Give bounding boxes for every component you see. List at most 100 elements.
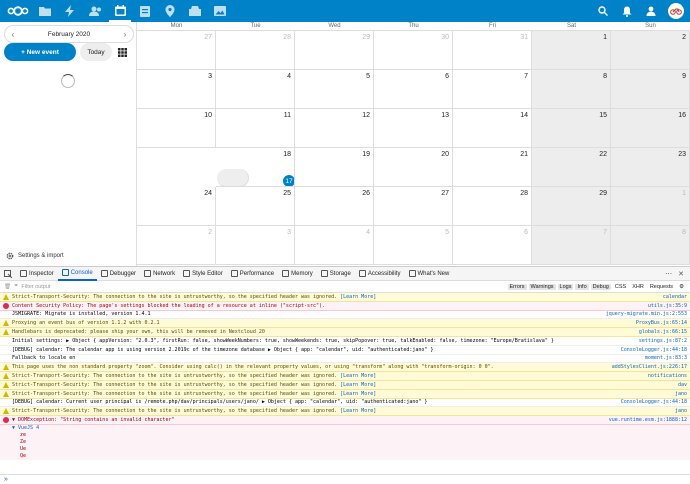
- message-source-link[interactable]: ProxyBus.js:65:14: [632, 320, 687, 326]
- new-event-button[interactable]: + New event: [4, 43, 76, 61]
- calendar-icon[interactable]: [109, 0, 131, 22]
- calendar-day-cell[interactable]: 8: [611, 226, 690, 265]
- calendar-day-cell[interactable]: 1: [611, 187, 690, 226]
- calendar-day-cell[interactable]: 28: [216, 31, 295, 70]
- calendar-day-cell[interactable]: 14: [453, 109, 532, 148]
- calendar-day-cell[interactable]: 18: [216, 148, 295, 187]
- calendar-day-cell[interactable]: 15: [532, 109, 611, 148]
- nextcloud-logo-icon[interactable]: [5, 4, 31, 18]
- tab-performance[interactable]: Performance: [227, 267, 278, 281]
- calendar-day-cell[interactable]: 4: [295, 226, 374, 265]
- trash-icon[interactable]: 🗑: [4, 284, 11, 290]
- notes-icon[interactable]: [184, 0, 206, 22]
- stack-frame[interactable]: Ze: [12, 439, 690, 446]
- calendar-day-cell[interactable]: 24: [137, 187, 216, 226]
- settings-import-button[interactable]: Settings & import: [6, 252, 64, 260]
- console-message[interactable]: Proxying an event bus of version 1.1.2 w…: [0, 319, 690, 329]
- learn-more-link[interactable]: [Learn More]: [340, 391, 376, 397]
- filter-input[interactable]: Filter output: [21, 284, 50, 290]
- console-message[interactable]: Strict-Transport-Security: The connectio…: [0, 380, 690, 390]
- view-grid-icon[interactable]: [116, 46, 128, 58]
- search-icon[interactable]: [596, 4, 610, 18]
- calendar-day-cell[interactable]: 6: [453, 226, 532, 265]
- month-label[interactable]: February 2020: [21, 31, 117, 38]
- calendar-day-cell[interactable]: 25: [216, 187, 295, 226]
- console-message[interactable]: JSMIGRATE: Migrate is installed, version…: [0, 311, 690, 320]
- calendar-day-cell[interactable]: 19: [295, 148, 374, 187]
- console-message[interactable]: [DEBUG] calendar: Current user principal…: [0, 399, 690, 408]
- filter-logs[interactable]: Logs: [557, 283, 574, 290]
- calendar-day-cell[interactable]: 8: [532, 70, 611, 109]
- message-source-link[interactable]: ConsoleLogger.js:44:18: [617, 399, 687, 405]
- tab-whats-new[interactable]: What's New: [405, 267, 454, 281]
- message-source-link[interactable]: notifications: [644, 373, 687, 379]
- calendar-day-cell[interactable]: 27: [137, 31, 216, 70]
- calendar-day-cell[interactable]: 23: [611, 148, 690, 187]
- console-message[interactable]: Content Security Policy: The page's sett…: [0, 301, 690, 311]
- calendar-day-cell[interactable]: 2: [611, 31, 690, 70]
- filter-requests[interactable]: Requests: [648, 284, 675, 290]
- tab-console[interactable]: Console: [57, 267, 97, 281]
- message-source-link[interactable]: globals.js:66:15: [635, 329, 687, 335]
- stack-frame[interactable]: Ue: [12, 446, 690, 453]
- learn-more-link[interactable]: [Learn More]: [340, 382, 376, 388]
- filter-info[interactable]: Info: [575, 283, 589, 290]
- filter-debug[interactable]: Debug: [590, 283, 611, 290]
- calendar-day-cell[interactable]: 3: [137, 70, 216, 109]
- calendar-day-cell[interactable]: 21: [453, 148, 532, 187]
- notifications-bell-icon[interactable]: [620, 4, 634, 18]
- calendar-day-cell[interactable]: 29: [532, 187, 611, 226]
- calendar-day-cell[interactable]: 7: [532, 226, 611, 265]
- calendar-day-cell[interactable]: 5: [295, 70, 374, 109]
- message-source-link[interactable]: ConsoleLogger.js:44:18: [617, 347, 687, 353]
- message-source-link[interactable]: utils.js:35:9: [644, 303, 687, 309]
- calendar-day-cell[interactable]: 1: [532, 31, 611, 70]
- message-source-link[interactable]: jano: [671, 408, 687, 414]
- console-message[interactable]: Handlebars is deprecated: please ship yo…: [0, 328, 690, 337]
- calendar-day-cell[interactable]: 31: [453, 31, 532, 70]
- console-settings-icon[interactable]: ⚙: [677, 284, 686, 290]
- calendar-day-cell[interactable]: 7: [453, 70, 532, 109]
- calendar-day-cell[interactable]: 28: [453, 187, 532, 226]
- month-picker[interactable]: ‹ February 2020 ›: [4, 25, 134, 43]
- console-message[interactable]: This page uses the non standard property…: [0, 363, 690, 373]
- photos-icon[interactable]: [209, 0, 231, 22]
- stack-frame[interactable]: Qe: [12, 453, 690, 460]
- previous-month-icon[interactable]: ‹: [5, 30, 21, 39]
- message-source-link[interactable]: moment.js:83:3: [641, 355, 687, 361]
- calendar-day-cell[interactable]: 16: [611, 109, 690, 148]
- console-message[interactable]: Initial settings: ▶ Object { appVersion:…: [0, 337, 690, 346]
- console-message[interactable]: Strict-Transport-Security: The connectio…: [0, 407, 690, 417]
- calendar-day-cell[interactable]: 2: [137, 226, 216, 265]
- calendar-day-cell[interactable]: 5: [374, 226, 453, 265]
- calendar-day-cell[interactable]: 4: [216, 70, 295, 109]
- console-message[interactable]: Strict-Transport-Security: The connectio…: [0, 372, 690, 381]
- tab-network[interactable]: Network: [140, 267, 179, 281]
- calendar-day-cell[interactable]: 29: [295, 31, 374, 70]
- tab-inspector[interactable]: Inspector: [16, 267, 58, 281]
- filter-warnings[interactable]: Warnings: [528, 283, 556, 290]
- message-source-link[interactable]: vue.runtime.esm.js:1888:12: [605, 417, 687, 423]
- calendar-day-cell[interactable]: 20: [374, 148, 453, 187]
- learn-more-link[interactable]: [Learn More]: [340, 408, 376, 414]
- calendar-day-cell[interactable]: 12: [295, 109, 374, 148]
- element-picker-icon[interactable]: [0, 267, 16, 281]
- calendar-day-cell[interactable]: 26: [295, 187, 374, 226]
- activity-icon[interactable]: [59, 0, 81, 22]
- calendar-day-cell[interactable]: 13: [374, 109, 453, 148]
- tab-style-editor[interactable]: Style Editor: [179, 267, 227, 281]
- calendar-day-cell[interactable]: 30: [374, 31, 453, 70]
- console-message[interactable]: Fallback to locale en moment.js:83:3: [0, 355, 690, 364]
- message-source-link[interactable]: calendar: [659, 294, 687, 300]
- console-message[interactable]: [DEBUG] calendar: The calendar app is us…: [0, 346, 690, 355]
- message-source-link[interactable]: addStylesClient.js:226:17: [608, 364, 687, 370]
- deck-icon[interactable]: [134, 0, 156, 22]
- stack-frame[interactable]: ze: [12, 432, 690, 439]
- learn-more-link[interactable]: [Learn More]: [340, 294, 376, 300]
- filter-css[interactable]: CSS: [613, 284, 628, 290]
- more-options-icon[interactable]: ⋯: [665, 270, 672, 278]
- message-source-link[interactable]: dav: [674, 382, 687, 388]
- next-month-icon[interactable]: ›: [117, 30, 133, 39]
- filter-errors[interactable]: Errors: [507, 283, 527, 290]
- tab-accessibility[interactable]: Accessibility: [355, 267, 405, 281]
